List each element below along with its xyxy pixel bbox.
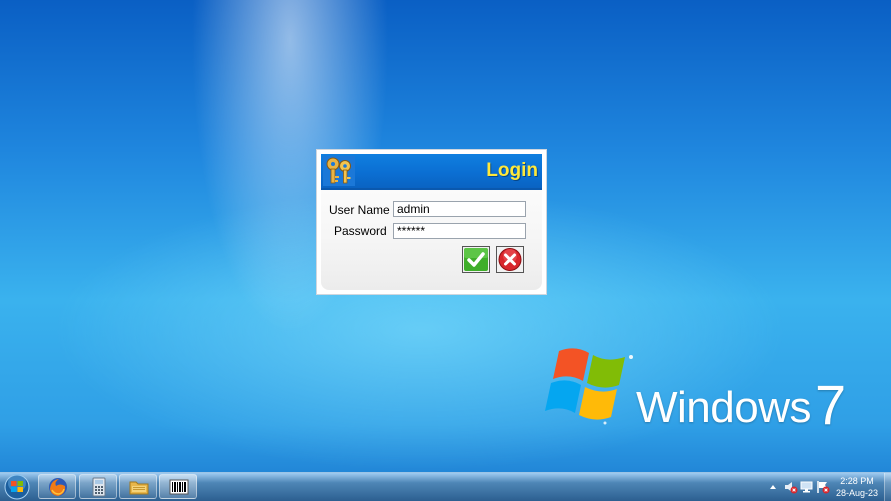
taskbar-barcode-app[interactable] (159, 474, 197, 499)
windows-7-brand: Windows7 (636, 370, 846, 436)
folder-icon (129, 481, 149, 495)
login-dialog-body: Login User Name Password (321, 154, 542, 290)
keys-icon (323, 156, 355, 186)
calculator-icon (92, 477, 106, 497)
username-input[interactable] (393, 201, 526, 217)
taskbar: 2:28 PM 28-Aug-23 (0, 472, 891, 501)
login-dialog: Login User Name Password (316, 149, 547, 295)
dialog-title: Login (486, 160, 538, 181)
taskbar-calculator[interactable] (79, 474, 117, 499)
desktop: Windows7 Login User Name admin Password … (0, 0, 891, 472)
show-hidden-icons-icon[interactable] (768, 479, 778, 495)
taskbar-clock[interactable]: 2:28 PM 28-Aug-23 (828, 475, 886, 499)
clock-time: 2:28 PM (840, 476, 874, 486)
brand-version: 7 (815, 373, 846, 436)
taskbar-firefox[interactable] (38, 474, 76, 499)
close-icon (498, 248, 522, 271)
start-button[interactable] (2, 474, 32, 500)
ok-button[interactable] (462, 246, 490, 273)
cancel-button[interactable] (496, 246, 524, 273)
taskbar-explorer[interactable] (119, 474, 157, 499)
login-title-bar: Login (321, 154, 542, 190)
windows-flag-icon (545, 348, 633, 425)
check-icon (464, 248, 488, 271)
volume-muted-icon[interactable] (784, 479, 798, 495)
username-label: User Name (329, 203, 390, 217)
password-input[interactable] (393, 223, 526, 239)
clock-date: 28-Aug-23 (835, 488, 879, 498)
show-desktop-button[interactable] (884, 473, 891, 501)
firefox-icon (49, 478, 67, 496)
network-icon[interactable] (800, 479, 814, 495)
barcode-icon (169, 479, 189, 495)
brand-name: Windows (636, 383, 812, 432)
password-label: Password (334, 224, 387, 238)
